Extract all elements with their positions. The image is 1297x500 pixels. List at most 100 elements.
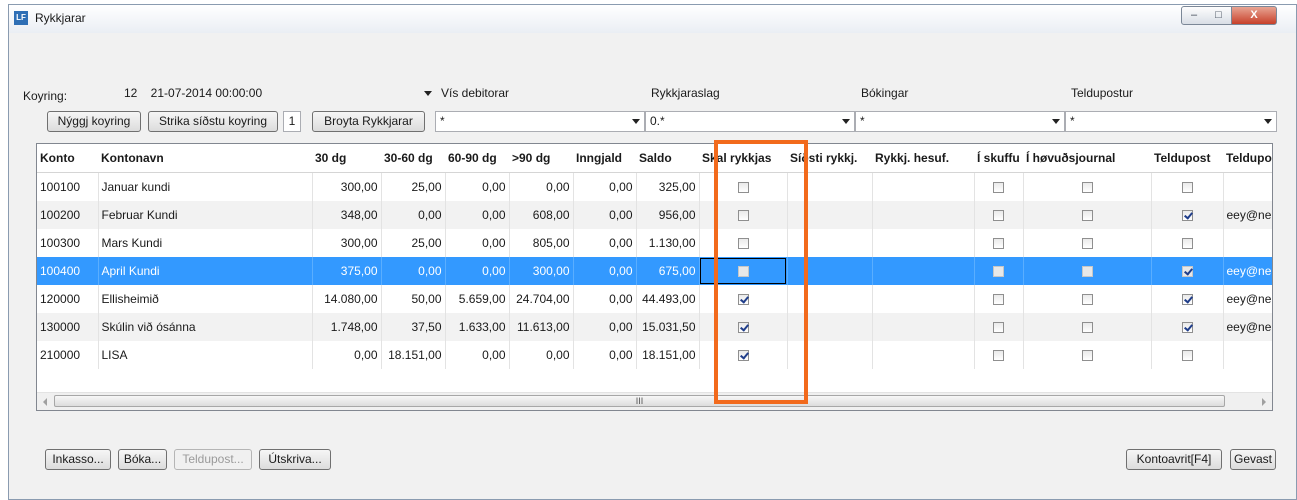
table-row[interactable]: 100300 Mars Kundi 300,00 25,00 0,00 805,00 0,0… <box>37 229 1272 257</box>
boka-button[interactable]: Bóka... <box>118 449 167 470</box>
delete-last-run-button[interactable]: Strika síðstu koyring <box>148 111 278 132</box>
cell-teldupost <box>1151 313 1224 341</box>
checkbox-icon[interactable] <box>1081 266 1093 278</box>
table-row[interactable]: 210000 LISA 0,00 18.151,00 0,00 0,00 0,00 18.15… <box>37 341 1272 369</box>
checkbox-icon[interactable] <box>737 322 749 334</box>
cell-journal <box>1023 257 1152 285</box>
checkbox-icon[interactable] <box>1081 294 1093 306</box>
column-header[interactable]: Teldupost <box>1151 144 1223 173</box>
column-header[interactable]: Konto <box>37 144 98 173</box>
maximize-icon[interactable]: □ <box>1206 6 1232 25</box>
table-row[interactable]: 100100 Januar kundi 300,00 25,00 0,00 0,00 0,0… <box>37 172 1272 201</box>
cell-hesuf <box>872 285 975 313</box>
checkbox-icon[interactable] <box>737 210 749 222</box>
column-header[interactable]: Kontonavn <box>98 144 312 173</box>
close-icon[interactable]: X <box>1231 6 1277 25</box>
column-header[interactable]: Rykkj. hesuf. <box>872 144 974 173</box>
checkbox-icon[interactable] <box>737 350 749 362</box>
filter-rykkjaraslag-select[interactable]: 0.* <box>645 111 855 132</box>
checkbox-icon[interactable] <box>1081 210 1093 222</box>
koyring-select[interactable]: 12 21-07-2014 00:00:00 <box>119 83 437 104</box>
checkbox-icon[interactable] <box>993 322 1004 334</box>
column-header[interactable]: Síðsti rykkj. <box>787 144 872 173</box>
gevast-button[interactable]: Gevast <box>1230 449 1276 470</box>
column-header[interactable]: >90 dg <box>509 144 573 173</box>
filter-debitorar-select[interactable]: * <box>435 111 645 132</box>
cell-hesuf <box>872 341 975 369</box>
checkbox-icon[interactable] <box>1181 322 1193 334</box>
checkbox-icon[interactable] <box>1081 322 1093 334</box>
checkbox-icon[interactable] <box>737 294 749 306</box>
filter-teldupostur-select[interactable]: * <box>1065 111 1277 132</box>
cell-konto: 100200 <box>37 201 99 229</box>
column-header[interactable]: Skal rykkjas <box>699 144 787 173</box>
column-header[interactable]: 30 dg <box>312 144 381 173</box>
checkbox-icon[interactable] <box>1181 350 1193 362</box>
checkbox-icon[interactable] <box>1181 210 1193 222</box>
cell-sidsti <box>787 285 873 313</box>
cell-hesuf <box>872 201 975 229</box>
run-count-field[interactable]: 1 <box>283 111 301 132</box>
minimize-icon[interactable]: – <box>1181 6 1207 25</box>
column-header[interactable]: 30-60 dg <box>381 144 445 173</box>
filter-label-teldupostur: Teldupostur <box>1071 86 1134 100</box>
cell-hesuf <box>872 172 975 201</box>
checkbox-icon[interactable] <box>993 238 1004 250</box>
checkbox-icon[interactable] <box>1181 294 1193 306</box>
cell-saldo: 675,00 <box>636 257 700 285</box>
checkbox-icon[interactable] <box>1181 266 1193 278</box>
table-row[interactable]: 130000 Skúlin við ósánna 1.748,00 37,50 1.63… <box>37 313 1272 341</box>
teldupost-button[interactable]: Teldupost... <box>174 449 252 470</box>
koyring-value: 12 21-07-2014 00:00:00 <box>124 86 263 100</box>
inkasso-button[interactable]: Inkasso... <box>45 449 111 470</box>
table-row[interactable]: 120000 Ellisheimið 14.080,00 50,00 5.659,00 2… <box>37 285 1272 313</box>
change-reminders-button[interactable]: Broyta Rykkjarar <box>312 111 425 132</box>
cell-name: Januar kundi <box>98 172 313 201</box>
cell-konto: 210000 <box>37 341 99 369</box>
cell-d30: 0,00 <box>312 341 382 369</box>
cell-teldupost <box>1151 257 1224 285</box>
scroll-right-icon[interactable] <box>1262 398 1266 406</box>
column-header[interactable]: Inngjald <box>573 144 636 173</box>
cell-saldo: 15.031,50 <box>636 313 700 341</box>
cell-email <box>1223 341 1272 369</box>
checkbox-icon[interactable] <box>1081 182 1093 194</box>
checkbox-icon[interactable] <box>737 266 749 278</box>
checkbox-icon[interactable] <box>993 266 1004 278</box>
checkbox-icon[interactable] <box>1081 238 1093 250</box>
checkbox-icon[interactable] <box>737 238 749 250</box>
kontoavrit-button[interactable]: Kontoavrit[F4] <box>1126 449 1222 470</box>
reminders-grid[interactable]: Konto Kontonavn 30 dg 30-60 dg 60-90 dg >90 d… <box>36 143 1273 411</box>
cell-sidsti <box>787 229 873 257</box>
cell-inn: 0,00 <box>573 257 637 285</box>
table-row[interactable]: 100400 April Kundi 375,00 0,00 0,00 300,00 0,0… <box>37 257 1272 285</box>
checkbox-icon[interactable] <box>993 210 1004 222</box>
checkbox-icon[interactable] <box>993 294 1004 306</box>
checkbox-icon[interactable] <box>1181 238 1193 250</box>
scroll-left-icon[interactable] <box>43 398 47 406</box>
horizontal-scrollbar[interactable]: III <box>37 392 1272 410</box>
new-run-button[interactable]: Nýggj koyring <box>47 111 141 132</box>
cell-inn: 0,00 <box>573 229 637 257</box>
cell-skuffu <box>974 285 1024 313</box>
column-header[interactable]: Í høvuðsjournal <box>1023 144 1151 173</box>
cell-inn: 0,00 <box>573 201 637 229</box>
checkbox-icon[interactable] <box>1081 350 1093 362</box>
checkbox-icon[interactable] <box>993 350 1004 362</box>
table-row[interactable]: 100200 Februar Kundi 348,00 0,00 0,00 608,00 0… <box>37 201 1272 229</box>
scroll-thumb[interactable]: III <box>54 395 1225 407</box>
cell-saldo: 956,00 <box>636 201 700 229</box>
column-header[interactable]: Saldo <box>636 144 699 173</box>
cell-d90p: 11.613,00 <box>509 313 574 341</box>
cell-konto: 130000 <box>37 313 99 341</box>
column-header[interactable]: 60-90 dg <box>445 144 509 173</box>
column-header[interactable]: Teldupos <box>1223 144 1272 173</box>
utskriva-button[interactable]: Útskriva... <box>259 449 331 470</box>
column-header[interactable]: Í skuffu <box>974 144 1023 173</box>
filter-bokingar-select[interactable]: * <box>855 111 1065 132</box>
cell-sidsti <box>787 313 873 341</box>
checkbox-icon[interactable] <box>737 182 749 194</box>
cell-sidsti <box>787 257 873 285</box>
checkbox-icon[interactable] <box>993 182 1004 194</box>
checkbox-icon[interactable] <box>1181 182 1193 194</box>
